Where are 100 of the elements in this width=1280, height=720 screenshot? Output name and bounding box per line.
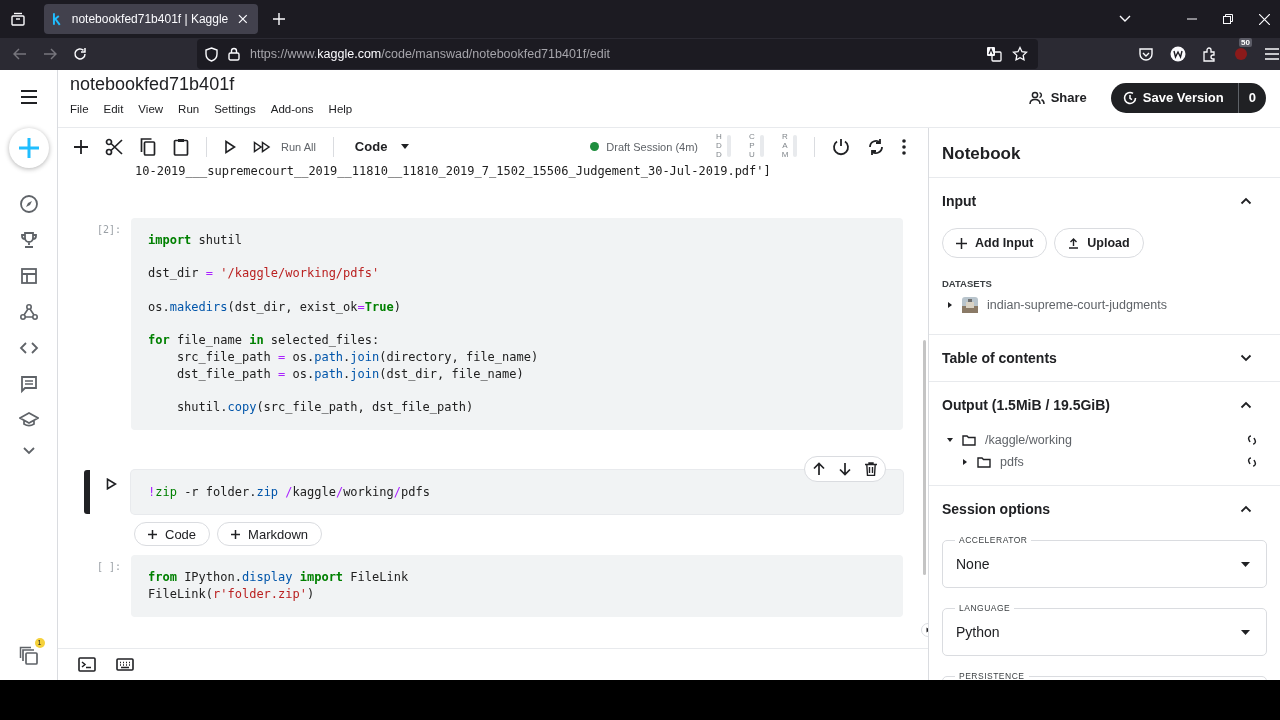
cell-output: 10-2019___supremecourt__2019__11810__11810_2019_7_1502_15506_Judgement_30-Jul-2019.pdf'] — [135, 165, 772, 178]
fast-forward-icon[interactable] — [253, 140, 271, 153]
shield-icon[interactable] — [204, 46, 218, 62]
caret-right-icon[interactable] — [947, 302, 953, 308]
code-line: for file_name in selected_files: — [148, 332, 381, 349]
refresh-icon[interactable] — [867, 137, 885, 156]
tab-overview-icon[interactable] — [10, 11, 26, 27]
menu-item[interactable]: Edit — [103, 103, 124, 115]
translate-icon[interactable] — [986, 46, 1002, 62]
forward-icon[interactable] — [43, 48, 57, 60]
keyboard-icon[interactable] — [116, 658, 134, 671]
notebook-title[interactable]: notebookfed71b401f — [70, 74, 235, 95]
network-icon[interactable] — [18, 302, 39, 322]
restore-icon[interactable] — [1223, 14, 1233, 24]
reload-icon[interactable] — [72, 47, 87, 61]
execution-count: [2]: — [96, 224, 121, 235]
add-cell-icon[interactable] — [74, 139, 88, 154]
add-cell-button[interactable]: Code — [134, 522, 211, 547]
session-status[interactable]: Draft Session (4m) — [606, 140, 698, 153]
save-version-button[interactable]: Save Version 0 — [1110, 82, 1266, 113]
plus-icon — [17, 137, 40, 159]
compass-icon[interactable] — [18, 194, 39, 214]
lock-icon[interactable] — [227, 47, 240, 61]
play-icon[interactable] — [224, 139, 236, 154]
code-line: !zip -r folder.zip /kaggle/working/pdfs — [148, 483, 431, 501]
code-line: FileLink(r'folder.zip') — [148, 586, 316, 603]
plus-icon — [148, 529, 157, 539]
chevron-up-icon[interactable] — [1240, 401, 1252, 409]
sync-icon[interactable] — [1247, 457, 1257, 467]
cell-type-dropdown[interactable]: Code — [354, 139, 410, 154]
delete-icon[interactable] — [865, 461, 877, 476]
run-cell-icon[interactable] — [106, 477, 117, 490]
kaggle-logo-icon — [52, 12, 62, 26]
caret-right-icon[interactable] — [962, 459, 968, 465]
menu-item[interactable]: View — [138, 103, 164, 115]
menu-item[interactable]: Help — [328, 103, 353, 115]
scrollbar-thumb[interactable] — [923, 340, 926, 575]
comments-icon[interactable] — [18, 374, 39, 394]
dataset-name[interactable]: indian-supreme-court-judgments — [987, 298, 1167, 312]
field-label: ACCELERATOR — [955, 535, 1032, 545]
section-title[interactable]: Output (1.5MiB / 19.5GiB) — [942, 397, 1110, 413]
menu-item[interactable]: Add-ons — [270, 103, 314, 115]
menu-item[interactable]: File — [70, 103, 89, 115]
extension-badge: 50 — [1239, 38, 1252, 47]
field-label: LANGUAGE — [955, 603, 1015, 613]
arrow-down-icon[interactable] — [839, 461, 851, 476]
chevron-down-icon[interactable] — [1240, 354, 1252, 362]
clipboard-icon[interactable] — [173, 137, 189, 156]
new-tab-icon[interactable] — [273, 13, 285, 25]
add-cell-button[interactable]: Markdown — [217, 522, 323, 547]
menu-item[interactable]: Run — [178, 103, 200, 115]
power-icon[interactable] — [832, 137, 850, 156]
meter-label: CPU — [748, 133, 756, 160]
cut-icon[interactable] — [105, 137, 123, 156]
folder-name[interactable]: /kaggle/working — [985, 433, 1072, 447]
datasets-label: DATASETS — [942, 278, 993, 289]
section-title[interactable]: Table of contents — [942, 350, 1057, 366]
plus-icon — [231, 529, 241, 539]
chevron-down-icon[interactable] — [21, 446, 36, 456]
extension-circle-icon[interactable] — [1170, 46, 1186, 62]
code-line: dst_file_path = os.path.join(dst_dir, file_name) — [175, 365, 525, 383]
tab-title: notebookfed71b401f | Kaggle — [71, 12, 229, 26]
browser-tab[interactable]: notebookfed71b401f | Kaggle — [44, 4, 258, 34]
caret-down-icon[interactable] — [947, 437, 953, 443]
terminal-icon[interactable] — [78, 657, 96, 672]
menu-item[interactable]: Settings — [214, 103, 256, 115]
more-icon[interactable] — [902, 138, 906, 155]
section-title[interactable]: Session options — [942, 501, 1051, 517]
share-button[interactable]: Share — [1024, 86, 1091, 109]
pocket-icon[interactable] — [1138, 46, 1154, 62]
version-count: 0 — [1237, 82, 1266, 113]
input-button[interactable]: Upload — [1054, 228, 1144, 258]
meter-label: RAM — [781, 133, 789, 160]
section-title[interactable]: Input — [942, 193, 977, 209]
panel-title: Notebook — [929, 128, 1280, 178]
code-line: src_file_path = os.path.join(directory, file_name) — [175, 348, 540, 366]
code-cell[interactable]: !zip -r folder.zip /kaggle/working/pdfs — [131, 469, 903, 515]
sync-icon[interactable] — [1247, 435, 1257, 445]
field-value: None — [956, 556, 990, 572]
trophy-icon[interactable] — [18, 230, 39, 250]
code-line: shutil.copy(src_file_path, dst_file_path) — [175, 398, 475, 416]
star-icon[interactable] — [1012, 46, 1028, 62]
close-icon[interactable] — [1259, 13, 1270, 25]
close-icon[interactable] — [238, 14, 248, 24]
code-line: import shutil — [148, 232, 243, 249]
code-cell[interactable]: from IPython.display import FileLink FileLink(r'folder.zip') — [131, 555, 903, 617]
folder-name[interactable]: pdfs — [1000, 455, 1024, 469]
copies-icon[interactable] — [18, 646, 39, 666]
table-icon[interactable] — [18, 266, 39, 286]
code-line: dst_dir = '/kaggle/working/pdfs' — [148, 265, 381, 283]
chevron-up-icon[interactable] — [1240, 197, 1252, 205]
puzzle-icon[interactable] — [1202, 46, 1218, 62]
menu-icon[interactable] — [19, 90, 38, 104]
back-icon[interactable] — [13, 48, 27, 60]
run-all-button[interactable]: Run All — [281, 140, 316, 153]
input-button[interactable]: Add Input — [942, 228, 1048, 258]
arrow-up-icon[interactable] — [813, 461, 825, 476]
chevron-up-icon[interactable] — [1240, 505, 1252, 513]
caret-icon — [1241, 629, 1250, 635]
copy-icon[interactable] — [140, 137, 156, 156]
